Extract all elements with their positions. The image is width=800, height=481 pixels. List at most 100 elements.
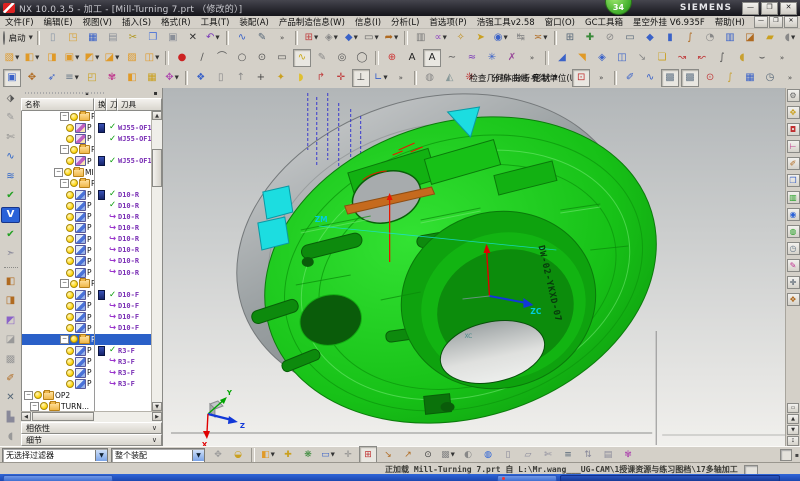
window-layout[interactable]: ⊞▼ — [302, 29, 320, 47]
visibility-bulb-icon[interactable] — [70, 113, 78, 121]
rect-sketch[interactable]: ▭ — [273, 49, 291, 67]
bend[interactable]: ⌣ — [753, 49, 771, 67]
taskbar-button-0[interactable] — [3, 475, 113, 481]
stock-display[interactable]: ▩ — [661, 69, 679, 87]
menu-item-12[interactable]: 窗口(O) — [540, 16, 580, 28]
chevron-down-icon[interactable]: ▼ — [443, 35, 447, 41]
edge-blend[interactable]: ◥ — [573, 49, 591, 67]
draft[interactable]: ↘ — [633, 49, 651, 67]
grid-tool[interactable]: ▦ — [741, 69, 759, 87]
menu-item-6[interactable]: 装配(A) — [234, 16, 273, 28]
arrangements[interactable]: ≡▼ — [63, 69, 81, 87]
display-mode[interactable]: ◈▼ — [322, 29, 340, 47]
check-mate-icon[interactable]: ✔ — [1, 226, 20, 242]
doc-close-button[interactable]: ✕ — [784, 16, 798, 28]
expander-icon[interactable]: − — [60, 179, 69, 188]
datum-plane[interactable]: ⊞ — [561, 29, 579, 47]
tree-vertical-scrollbar[interactable]: ▲ ▼ — [151, 111, 162, 411]
doc-restore-button[interactable]: ❐ — [769, 16, 783, 28]
scroll-right-icon[interactable]: ▶ — [152, 412, 162, 421]
chevron-down-icon[interactable]: ▼ — [354, 35, 358, 41]
circle[interactable]: ○ — [233, 49, 251, 67]
close-button[interactable]: ✕ — [780, 2, 797, 15]
visibility-bulb-icon[interactable] — [70, 146, 78, 154]
sketch-point[interactable]: ● — [173, 49, 191, 67]
tree-row[interactable]: P✓WJ55-OF1 — [22, 156, 162, 167]
chevron-down-icon[interactable]: ▼ — [75, 55, 79, 61]
library-books-icon[interactable]: ▥ — [787, 191, 800, 204]
menu-item-0[interactable]: 文件(F) — [0, 16, 39, 28]
menu-item-5[interactable]: 工具(T) — [196, 16, 235, 28]
tree-row[interactable]: −P... — [22, 144, 162, 155]
tree-row[interactable]: P✓WJ55-OF1 — [22, 133, 162, 144]
visibility-bulb-icon[interactable] — [34, 391, 42, 399]
datum-csys[interactable]: ⊕ — [383, 49, 401, 67]
notification-badge[interactable]: 34 — [605, 0, 632, 15]
undo[interactable]: ↶▼ — [204, 29, 222, 47]
sheets[interactable]: ▥ — [721, 29, 739, 47]
revolve[interactable]: ◧▼ — [23, 49, 41, 67]
chamfer[interactable]: ◢ — [553, 49, 571, 67]
visibility-bulb-icon[interactable] — [64, 168, 72, 176]
tree-row[interactable]: P↪D10-R — [22, 234, 162, 245]
chevron-down-icon[interactable]: ▼ — [35, 55, 39, 61]
custom-units-button[interactable]: 定制单位(U)▼ — [547, 69, 571, 87]
simple-interface[interactable]: ◍ — [421, 69, 439, 87]
details-section[interactable]: 细节∨ — [21, 434, 162, 446]
expander-icon[interactable]: − — [54, 168, 63, 177]
expander-icon[interactable]: − — [60, 145, 69, 154]
tool-setup-icon[interactable]: ✥ — [787, 106, 800, 119]
hscroll-thumb[interactable] — [32, 412, 94, 421]
menu-item-11[interactable]: 浩强工具v2.58 — [472, 16, 540, 28]
windows-taskbar[interactable] — [0, 474, 800, 481]
conic[interactable]: ◯ — [353, 49, 371, 67]
menu-item-9[interactable]: 分析(L) — [386, 16, 424, 28]
text-box[interactable]: A — [423, 49, 441, 67]
tree-row[interactable]: P↪D10-R — [22, 256, 162, 267]
spindle[interactable]: ⊙ — [701, 69, 719, 87]
visibility-bulb-icon[interactable] — [66, 369, 74, 377]
chevron-down-icon[interactable]: ▼ — [383, 75, 387, 81]
history-icon[interactable]: ▙ — [1, 409, 20, 425]
scroll-thumb[interactable] — [152, 149, 162, 187]
constraint-nav[interactable]: ✥ — [23, 69, 41, 87]
visibility-bulb-icon[interactable] — [66, 291, 74, 299]
cut[interactable]: ✂ — [124, 29, 142, 47]
tree-row[interactable]: P↪D10-F — [22, 312, 162, 323]
scroll-left-icon[interactable]: ◀ — [21, 412, 31, 421]
workpiece-icon[interactable]: ❒ — [787, 174, 800, 187]
time-estimate[interactable]: ◷ — [761, 69, 779, 87]
panel-pin-icon[interactable]: ▴ — [83, 90, 92, 97]
deviation-gauge[interactable]: ⊡ — [572, 69, 590, 87]
visibility-bulb-icon[interactable] — [66, 313, 74, 321]
offset-face[interactable]: ◫ — [613, 49, 631, 67]
rb-page-icon[interactable]: ▭ — [787, 403, 799, 413]
block[interactable]: ◆ — [641, 29, 659, 47]
pattern-component[interactable]: ➤ — [472, 29, 490, 47]
assembly-nav[interactable]: ▣ — [3, 69, 21, 87]
mountain[interactable]: ◭ — [441, 69, 459, 87]
tool-edit-icon[interactable]: ✐ — [787, 157, 800, 170]
cursor-icon[interactable]: ✛ — [787, 276, 800, 289]
chevron-down-icon[interactable]: ▼ — [95, 55, 99, 61]
paste[interactable]: ▣ — [164, 29, 182, 47]
overflow-1[interactable]: » — [273, 29, 291, 47]
point[interactable]: ✚ — [581, 29, 599, 47]
command-finder[interactable]: ∿ — [233, 29, 251, 47]
selection-scope-combo[interactable]: 整个装配 ▼ — [111, 448, 205, 463]
tube[interactable]: ∫ — [713, 49, 731, 67]
spline[interactable]: ∿ — [293, 49, 311, 67]
reflect[interactable]: ✧ — [452, 29, 470, 47]
tree-row[interactable]: P↪D10-R — [22, 267, 162, 278]
tree-row[interactable]: P↪D10-R — [22, 245, 162, 256]
column-header-0[interactable]: 名称 — [21, 98, 94, 111]
expander-icon[interactable]: − — [30, 402, 39, 411]
clock-icon[interactable]: ◷ — [787, 242, 800, 255]
tree-row[interactable]: −OP2 — [22, 390, 162, 401]
edit-icon[interactable]: ✐ — [1, 370, 20, 386]
tool-library-icon[interactable]: ◧ — [1, 273, 20, 289]
info-icon[interactable]: ◉ — [787, 208, 800, 221]
tree-row[interactable]: P↪R3-F — [22, 356, 162, 367]
chevron-down-icon[interactable]: ▼ — [192, 450, 204, 461]
reuse-library-icon[interactable]: ➣ — [1, 246, 20, 262]
